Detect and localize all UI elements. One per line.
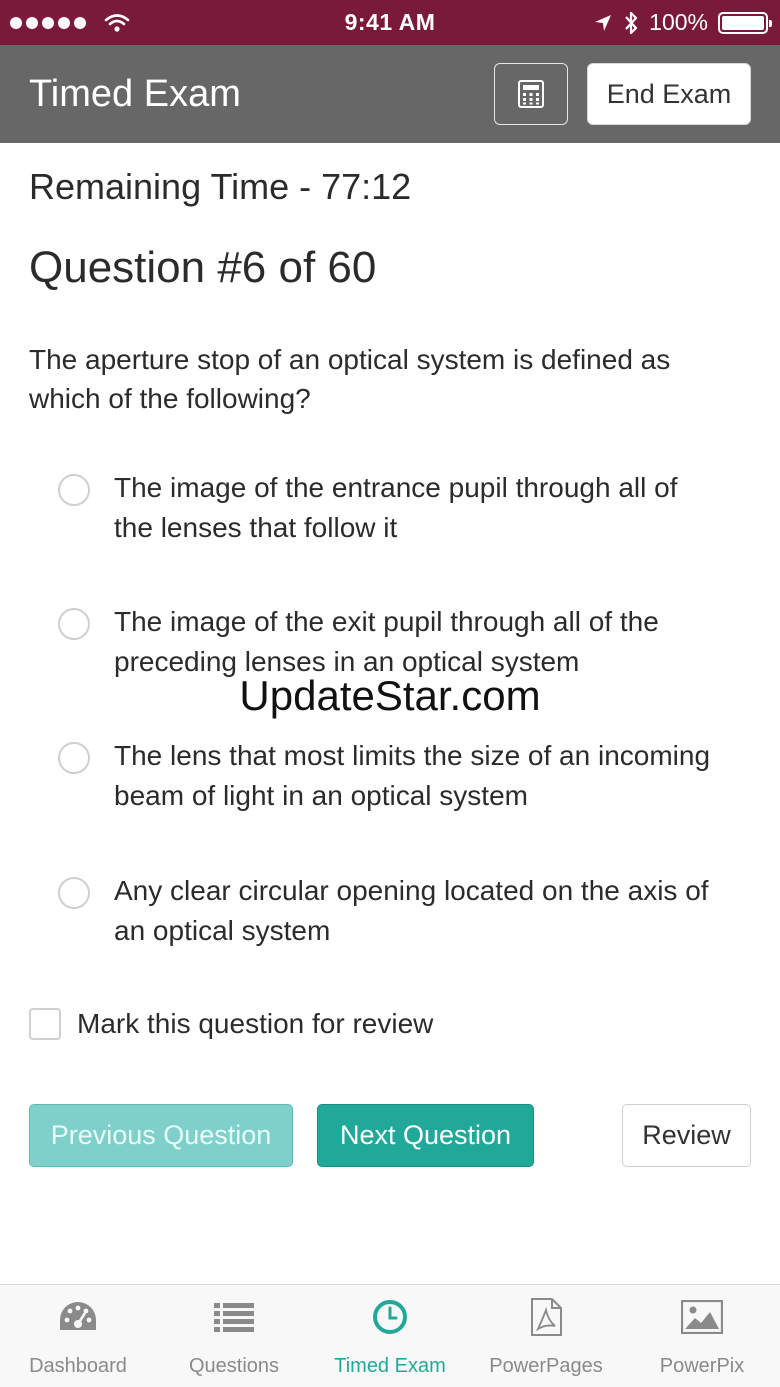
image-icon [681, 1300, 723, 1334]
calculator-icon [518, 80, 544, 108]
tab-questions[interactable]: Questions [156, 1285, 312, 1387]
remaining-time: Remaining Time - 77:12 [29, 166, 412, 207]
answer-option-label: The image of the exit pupil through all … [114, 606, 659, 677]
watermark: UpdateStar.com [239, 672, 541, 719]
page-title: Timed Exam [29, 73, 241, 115]
tab-label: PowerPix [659, 1355, 745, 1377]
mark-review-label: Mark this question for review [77, 1008, 434, 1039]
tab-powerpages[interactable]: PowerPages [468, 1285, 624, 1387]
next-question-button[interactable]: Next Question [317, 1104, 534, 1167]
answer-option-3[interactable]: The lens that most limits the size of an… [58, 740, 738, 816]
bluetooth-icon [625, 11, 638, 34]
radio-button[interactable] [58, 877, 90, 909]
answer-option-label: Any clear circular opening located on th… [114, 875, 709, 946]
tab-powerpix[interactable]: PowerPix [624, 1285, 780, 1387]
clock-icon [373, 1300, 407, 1334]
list-icon [214, 1303, 254, 1332]
status-right: 100% [593, 0, 772, 45]
mark-review-checkbox[interactable] [29, 1008, 61, 1040]
tab-label: Dashboard [29, 1355, 127, 1377]
mark-review-row[interactable]: Mark this question for review [29, 1008, 433, 1040]
radio-button[interactable] [58, 474, 90, 506]
review-button[interactable]: Review [622, 1104, 751, 1167]
end-exam-button[interactable]: End Exam [587, 63, 751, 125]
tab-dashboard[interactable]: Dashboard [0, 1285, 156, 1387]
answer-option-1[interactable]: The image of the entrance pupil through … [58, 472, 738, 548]
answer-option-label: The lens that most limits the size of an… [114, 740, 711, 811]
battery-icon [718, 11, 772, 34]
tab-label: PowerPages [489, 1355, 603, 1377]
calculator-button[interactable] [494, 63, 568, 125]
answer-option-4[interactable]: Any clear circular opening located on th… [58, 875, 738, 951]
dashboard-icon [60, 1302, 96, 1330]
question-text: The aperture stop of an optical system i… [29, 344, 671, 414]
answer-option-2[interactable]: The image of the exit pupil through all … [58, 606, 738, 682]
location-arrow-icon [595, 14, 612, 31]
tab-label: Timed Exam [334, 1355, 446, 1377]
app-header: Timed Exam End Exam [0, 45, 780, 143]
answer-option-label: The image of the entrance pupil through … [114, 472, 678, 543]
battery-percent: 100% [649, 9, 708, 35]
tab-timed-exam[interactable]: Timed Exam [312, 1285, 468, 1387]
radio-button[interactable] [58, 608, 90, 640]
tab-label: Questions [188, 1355, 280, 1377]
radio-button[interactable] [58, 742, 90, 774]
tab-bar: Dashboard Questions Timed Exam PowerPage… [0, 1284, 780, 1387]
pdf-icon [531, 1298, 562, 1336]
question-number: Question #6 of 60 [29, 243, 377, 292]
status-bar: 9:41 AM 100% [0, 0, 780, 45]
previous-question-button[interactable]: Previous Question [29, 1104, 293, 1167]
